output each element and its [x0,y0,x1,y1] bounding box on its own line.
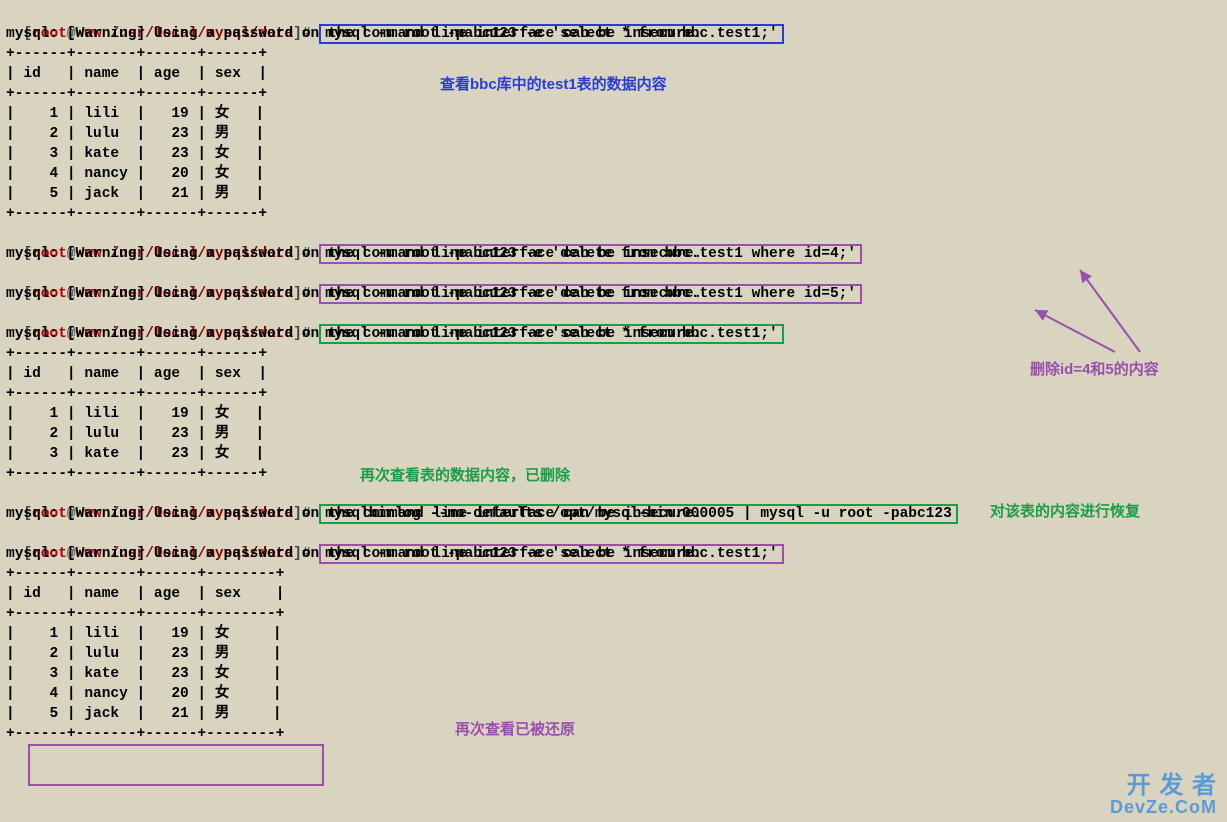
table-sep: +------+-------+------+--------+ [6,724,1221,744]
arrow-icon [1020,252,1180,362]
table-row: | 5 | jack | 21 | 男 | [6,704,1221,724]
restored-rows-box [28,744,324,786]
table-sep: +------+-------+------+------+ [6,204,1221,224]
table-sep: +------+-------+------+------+ [6,464,1221,484]
table-row: | 2 | lulu | 23 | 男 | [6,124,1221,144]
prompt-line[interactable]: [root@www /usr/local/mysql/data]# mysql … [6,524,1221,544]
table-row: | 2 | lulu | 23 | 男 | [6,424,1221,444]
table-row: | 2 | lulu | 23 | 男 | [6,644,1221,664]
watermark: 开 发 者 DevZe.CoM [1110,774,1217,816]
table-row: | 3 | kate | 23 | 女 | [6,144,1221,164]
prompt-line[interactable]: [root@www /usr/local/mysql/data]# mysqlb… [6,484,1221,504]
table-row: | 3 | kate | 23 | 女 | [6,664,1221,684]
annotation-view-table: 查看bbc库中的test1表的数据内容 [440,75,667,95]
table-row: | 5 | jack | 21 | 男 | [6,184,1221,204]
table-row: | 1 | lili | 19 | 女 | [6,624,1221,644]
table-row: | 1 | lili | 19 | 女 | [6,104,1221,124]
table-header: | id | name | age | sex | [6,584,1221,604]
warning-line: mysql: [Warning] Using a password on the… [6,544,1221,564]
warning-line: mysql: [Warning] Using a password on the… [6,24,1221,44]
annotation-deleted: 再次查看表的数据内容，已删除 [360,466,570,486]
table-sep: +------+-------+------+--------+ [6,564,1221,584]
table-sep: +------+-------+------+------+ [6,44,1221,64]
table-row: | 3 | kate | 23 | 女 | [6,444,1221,464]
prompt-line[interactable]: [root@www /usr/local/mysql/data]# mysql … [6,224,1221,244]
table-sep: +------+-------+------+--------+ [6,604,1221,624]
table-row: | 4 | nancy | 20 | 女 | [6,684,1221,704]
annotation-restored: 再次查看已被还原 [455,720,575,740]
table-row: | 4 | nancy | 20 | 女 | [6,164,1221,184]
table-sep: +------+-------+------+------+ [6,384,1221,404]
prompt-line[interactable]: [root@www /usr/local/mysql/data]# mysql … [6,4,1221,24]
annotation-restore: 对该表的内容进行恢复 [990,502,1140,522]
annotation-delete-ids: 删除id=4和5的内容 [1030,360,1159,380]
table-row: | 1 | lili | 19 | 女 | [6,404,1221,424]
